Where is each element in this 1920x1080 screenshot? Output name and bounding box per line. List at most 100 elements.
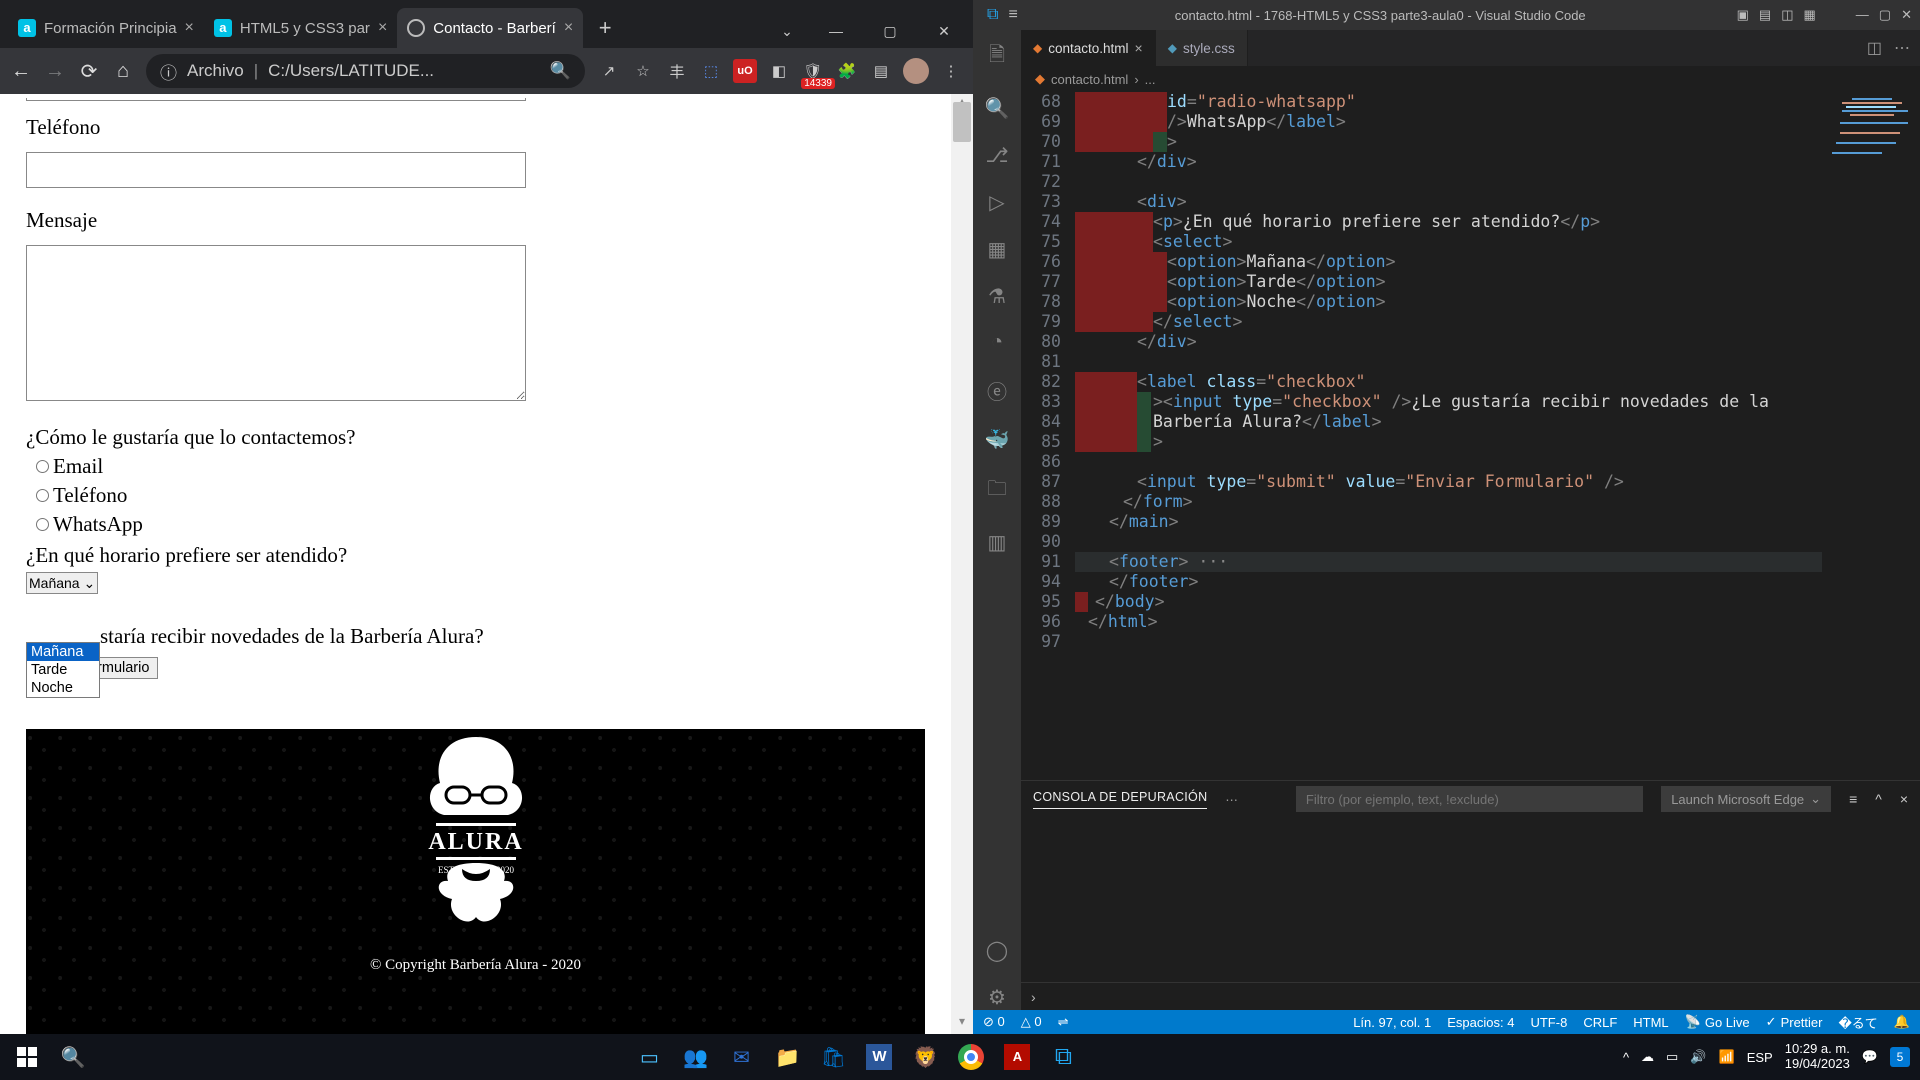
tray-onedrive-icon[interactable]: ☁	[1641, 1049, 1654, 1065]
tab-style-css[interactable]: ◆ style.css	[1156, 30, 1248, 66]
reader-icon[interactable]: ▤	[869, 59, 893, 83]
minimize-icon[interactable]: —	[813, 16, 859, 48]
testing-icon[interactable]: ⚗	[988, 284, 1006, 309]
tray-language[interactable]: ESP	[1747, 1050, 1773, 1065]
extensions-icon[interactable]: ▦	[988, 237, 1007, 262]
debug-repl-input[interactable]: ›	[1021, 982, 1920, 1010]
layout-sidebar-icon[interactable]: ◫	[1781, 7, 1793, 23]
option-manana[interactable]: Mañana	[27, 643, 99, 661]
word-icon[interactable]: W	[862, 1040, 896, 1074]
status-golive[interactable]: 📡 Go Live	[1685, 1014, 1750, 1030]
people-app-icon[interactable]: 👥	[678, 1040, 712, 1074]
tabs-dropdown-icon[interactable]: ⌄	[769, 16, 805, 46]
option-tarde[interactable]: Tarde	[27, 661, 99, 679]
status-encoding[interactable]: UTF-8	[1530, 1015, 1567, 1030]
acrobat-icon[interactable]: A	[1000, 1040, 1034, 1074]
menu-icon[interactable]: ≡	[1008, 6, 1017, 24]
brave-icon[interactable]: 🦁	[908, 1040, 942, 1074]
clear-console-icon[interactable]: ≡	[1849, 791, 1857, 807]
browser-tab-1[interactable]: a HTML5 y CSS3 par ×	[204, 8, 397, 48]
notification-count[interactable]: 5	[1890, 1047, 1910, 1067]
schedule-dropdown-list[interactable]: Mañana Tarde Noche	[26, 642, 100, 698]
search-in-page-icon[interactable]: 🔍	[550, 61, 571, 81]
code-editor[interactable]: 6869707172737475767778798081828384858687…	[1021, 92, 1920, 780]
status-indent[interactable]: Espacios: 4	[1447, 1015, 1514, 1030]
search-icon[interactable]: 🔍	[985, 96, 1010, 121]
extension-icon[interactable]: 丰	[665, 59, 689, 83]
tab-contacto-html[interactable]: ◆ contacto.html ×	[1021, 30, 1156, 66]
panel-tab-more-icon[interactable]: ⋯	[1225, 792, 1238, 807]
store-icon[interactable]: 🛍	[816, 1040, 850, 1074]
tray-wifi-icon[interactable]: 📶	[1719, 1049, 1735, 1065]
start-button[interactable]	[10, 1040, 44, 1074]
run-debug-icon[interactable]: ▷	[989, 190, 1004, 215]
status-bell-icon[interactable]: 🔔	[1894, 1014, 1910, 1030]
close-icon[interactable]: ×	[378, 19, 387, 37]
status-eol[interactable]: CRLF	[1583, 1015, 1617, 1030]
back-icon[interactable]: ←	[10, 60, 32, 83]
radio-whatsapp[interactable]	[36, 518, 49, 531]
split-editor-icon[interactable]: ◫	[1867, 38, 1882, 58]
schedule-select[interactable]: Mañana ⌄	[26, 572, 98, 594]
radio-email-row[interactable]: Email	[26, 454, 925, 479]
close-icon[interactable]: ×	[1135, 40, 1143, 56]
account-icon[interactable]: ◯	[986, 938, 1008, 963]
status-prettier[interactable]: Prettier	[1766, 1014, 1823, 1030]
status-ports[interactable]: ⇌	[1058, 1014, 1069, 1030]
adblock-counter-icon[interactable]: 🛡	[801, 59, 825, 83]
status-ln-col[interactable]: Lín. 97, col. 1	[1353, 1015, 1431, 1030]
launch-config-dropdown[interactable]: Launch Microsoft Edge ⌄	[1661, 786, 1831, 812]
browser-tab-0[interactable]: a Formación Principia ×	[8, 8, 204, 48]
radio-telefono[interactable]	[36, 489, 49, 502]
info-icon[interactable]: ⓘ	[160, 59, 177, 84]
misc-icon[interactable]: ▥	[988, 530, 1007, 555]
address-bar[interactable]: ⓘ Archivo | C:/Users/LATITUDE... 🔍	[146, 54, 585, 88]
vscode-icon[interactable]: ⧉	[1046, 1040, 1080, 1074]
close-window-icon[interactable]: ✕	[921, 16, 967, 48]
tray-volume-icon[interactable]: 🔊	[1690, 1049, 1706, 1065]
source-control-icon[interactable]: ⎇	[985, 143, 1008, 168]
forward-icon[interactable]: →	[44, 60, 66, 83]
live-server-icon[interactable]: ◔	[991, 331, 1003, 354]
option-noche[interactable]: Noche	[27, 679, 99, 697]
share-icon[interactable]: ↗	[597, 59, 621, 83]
close-icon[interactable]: ✕	[1901, 7, 1912, 23]
notifications-icon[interactable]: 💬	[1862, 1049, 1878, 1065]
maximize-icon[interactable]: ▢	[867, 16, 913, 48]
scroll-thumb[interactable]	[953, 102, 971, 142]
radio-whatsapp-row[interactable]: WhatsApp	[26, 512, 925, 537]
home-icon[interactable]: ⌂	[112, 60, 134, 83]
reload-icon[interactable]: ⟳	[78, 59, 100, 84]
more-actions-icon[interactable]: ⋯	[1894, 38, 1910, 58]
close-icon[interactable]: ×	[185, 19, 194, 37]
status-language[interactable]: HTML	[1633, 1015, 1668, 1030]
profile-avatar[interactable]	[903, 58, 929, 84]
chrome-icon[interactable]	[954, 1040, 988, 1074]
files-icon[interactable]: 🗎	[989, 40, 1005, 74]
file-explorer-icon[interactable]: 📁	[770, 1040, 804, 1074]
mail-app-icon[interactable]: ▭	[632, 1040, 666, 1074]
debug-filter-input[interactable]	[1296, 786, 1643, 812]
layout-editor-icon[interactable]: ▣	[1737, 7, 1749, 23]
radio-telefono-row[interactable]: Teléfono	[26, 483, 925, 508]
breadcrumb-more[interactable]: ...	[1145, 72, 1156, 87]
close-icon[interactable]: ×	[564, 19, 573, 37]
tray-battery-icon[interactable]: ▭	[1666, 1049, 1678, 1065]
taskbar-clock[interactable]: 10:29 a. m. 19/04/2023	[1785, 1042, 1850, 1072]
edge-tools-icon[interactable]: ⓔ	[987, 376, 1007, 405]
breadcrumb-file[interactable]: contacto.html	[1051, 72, 1128, 87]
new-tab-button[interactable]: +	[589, 12, 621, 44]
panel-tab-debug-console[interactable]: CONSOLA DE DEPURACIÓN	[1033, 790, 1207, 809]
telefono-input[interactable]	[26, 152, 526, 188]
folder-icon[interactable]: 🗀	[987, 474, 1007, 508]
browser-tab-2[interactable]: Contacto - Barberí ×	[397, 8, 583, 48]
ublock-icon[interactable]: uO	[733, 59, 757, 83]
outlook-icon[interactable]: ✉	[724, 1040, 758, 1074]
radio-email[interactable]	[36, 460, 49, 473]
star-icon[interactable]: ☆	[631, 59, 655, 83]
minimap[interactable]	[1822, 92, 1920, 780]
status-feedback-icon[interactable]: �るて	[1838, 1013, 1877, 1032]
collapse-panel-icon[interactable]: ^	[1875, 791, 1882, 807]
status-errors[interactable]: ⊘ 0	[983, 1014, 1005, 1030]
mensaje-textarea[interactable]	[26, 245, 526, 401]
